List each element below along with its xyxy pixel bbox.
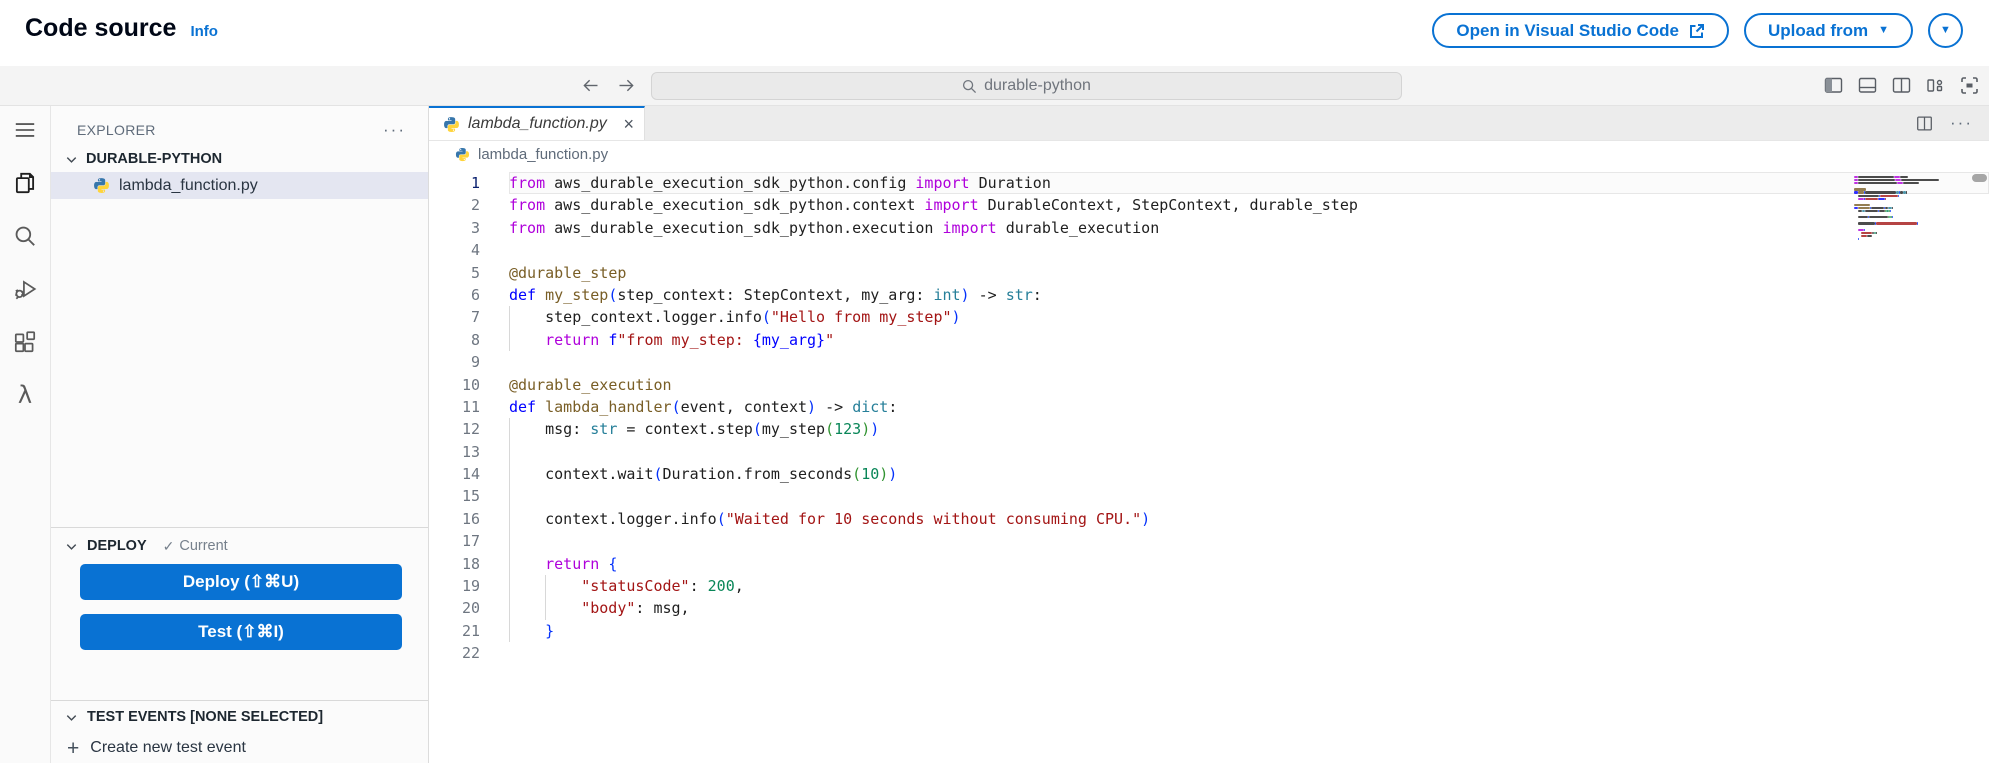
back-arrow-icon[interactable] <box>580 75 601 96</box>
menu-icon[interactable] <box>2 112 48 148</box>
folder-name: DURABLE-PYTHON <box>86 151 223 167</box>
split-editor-icon[interactable] <box>1915 114 1934 133</box>
ide-titlebar: durable-python <box>0 66 1989 106</box>
deploy-section-header[interactable]: DEPLOY ✓ Current <box>51 528 428 564</box>
python-file-icon <box>455 147 470 162</box>
code-line[interactable]: 10 @durable_execution <box>429 374 1989 396</box>
code-line[interactable]: 14 context.wait(Duration.from_seconds(10)… <box>429 463 1989 486</box>
chevron-down-icon <box>66 156 77 163</box>
page-header: Code source Info Open in Visual Studio C… <box>0 0 1989 66</box>
minimap[interactable] <box>1854 176 1950 244</box>
info-link[interactable]: Info <box>190 23 218 40</box>
deploy-title: DEPLOY <box>87 538 147 554</box>
toggle-secondary-sidebar-icon[interactable] <box>1891 75 1912 96</box>
code-line[interactable]: 9 <box>429 351 1989 373</box>
python-file-icon <box>94 178 109 193</box>
scrollbar-thumb[interactable] <box>1972 174 1987 182</box>
code-line[interactable]: 21} <box>429 619 1989 643</box>
lambda-code-source-screen: Code source Info Open in Visual Studio C… <box>0 0 1989 763</box>
code-line[interactable]: 19 "statusCode": 200, <box>429 575 1989 598</box>
explorer-header: EXPLORER ··· <box>51 106 428 146</box>
code-line[interactable]: 12 msg: str = context.step(my_step(123)) <box>429 418 1989 441</box>
code-line[interactable]: 3 from aws_durable_execution_sdk_python.e… <box>429 217 1989 239</box>
deploy-section: DEPLOY ✓ Current Deploy (⇧⌘U) Test (⇧⌘I) <box>51 527 428 700</box>
external-link-icon <box>1690 23 1704 38</box>
code-line[interactable]: 4 <box>429 239 1989 261</box>
code-line[interactable]: 5 @durable_step <box>429 262 1989 284</box>
file-name: lambda_function.py <box>119 176 258 194</box>
code-line[interactable]: 15 <box>429 485 1989 508</box>
search-icon <box>963 79 977 93</box>
deploy-status-label: Current <box>179 538 228 554</box>
fullscreen-icon[interactable] <box>1959 75 1980 96</box>
check-icon: ✓ <box>162 537 175 554</box>
code-area: 1 from aws_durable_execution_sdk_python.c… <box>429 168 1989 763</box>
editor-pane: lambda_function.py × ··· lambda_function… <box>429 106 1989 763</box>
customize-layout-icon[interactable] <box>1925 75 1946 96</box>
code-line[interactable]: 18 return { <box>429 552 1989 576</box>
open-in-vscode-button[interactable]: Open in Visual Studio Code <box>1432 13 1729 48</box>
aws-lambda-icon[interactable]: λ <box>2 377 48 413</box>
chevron-down-icon <box>66 543 77 550</box>
search-value: durable-python <box>984 77 1091 94</box>
create-test-event-button[interactable]: + Create new test event <box>51 733 428 763</box>
explorer-title: EXPLORER <box>77 122 156 138</box>
python-file-icon <box>444 116 459 132</box>
code-line[interactable]: 13 <box>429 440 1989 464</box>
breadcrumb[interactable]: lambda_function.py <box>429 141 1989 168</box>
file-row-lambda-function[interactable]: lambda_function.py <box>51 172 428 199</box>
explorer-more-icon[interactable]: ··· <box>383 120 406 140</box>
code-line[interactable]: 11 def lambda_handler(event, context) -> … <box>429 396 1989 418</box>
tab-label: lambda_function.py <box>468 115 607 132</box>
code-line[interactable]: 22 <box>429 642 1989 664</box>
extensions-icon[interactable] <box>2 324 48 360</box>
plus-icon: + <box>67 736 80 760</box>
test-events-header[interactable]: TEST EVENTS [NONE SELECTED] <box>51 701 428 733</box>
test-button[interactable]: Test (⇧⌘I) <box>80 614 402 650</box>
code-line[interactable]: 16 context.logger.info("Waited for 10 sec… <box>429 507 1989 531</box>
deploy-button[interactable]: Deploy (⇧⌘U) <box>80 564 402 600</box>
explorer-icon[interactable] <box>2 165 48 201</box>
breadcrumb-file: lambda_function.py <box>478 146 609 163</box>
caret-down-icon: ▼ <box>1940 24 1951 36</box>
code-line[interactable]: 1 from aws_durable_execution_sdk_python.c… <box>429 172 1989 195</box>
page-title: Code source <box>25 14 177 42</box>
code-lines[interactable]: 1 from aws_durable_execution_sdk_python.c… <box>429 172 1989 665</box>
explorer-sidebar: EXPLORER ··· DURABLE-PYTHON lambda_funct… <box>51 106 429 763</box>
code-line[interactable]: 8 return f "from my_step: {my_arg} " <box>429 328 1989 352</box>
upload-from-button[interactable]: Upload from ▼ <box>1744 13 1913 48</box>
more-actions-button[interactable]: ▼ <box>1928 13 1963 48</box>
folder-row-durable-python[interactable]: DURABLE-PYTHON <box>51 146 428 172</box>
toggle-panel-icon[interactable] <box>1857 75 1878 96</box>
editor-more-icon[interactable]: ··· <box>1950 113 1973 133</box>
command-center-search[interactable]: durable-python <box>651 72 1402 100</box>
test-events-title: TEST EVENTS [NONE SELECTED] <box>87 709 324 725</box>
code-line[interactable]: 17 <box>429 530 1989 553</box>
close-icon[interactable]: × <box>623 115 634 133</box>
create-test-event-label: Create new test event <box>90 739 246 756</box>
code-line[interactable]: 7 step_context.logger.info("Hello from my… <box>429 306 1989 329</box>
activity-bar: λ <box>0 106 51 763</box>
code-line[interactable]: 6 def my_step(step_context: StepContext, … <box>429 284 1989 306</box>
test-events-section: TEST EVENTS [NONE SELECTED] + Create new… <box>51 700 428 763</box>
search-icon[interactable] <box>2 218 48 254</box>
tab-strip: lambda_function.py × ··· <box>429 106 1989 141</box>
caret-down-icon: ▼ <box>1878 24 1889 36</box>
code-line[interactable]: 20 "body": msg, <box>429 597 1989 620</box>
code-line[interactable]: 2 from aws_durable_execution_sdk_python.c… <box>429 194 1989 216</box>
tab-lambda-function[interactable]: lambda_function.py × <box>429 106 645 140</box>
run-debug-icon[interactable] <box>2 271 48 307</box>
forward-arrow-icon[interactable] <box>616 75 637 96</box>
chevron-down-icon <box>66 714 77 721</box>
toggle-primary-sidebar-icon[interactable] <box>1823 75 1844 96</box>
deploy-status: ✓ Current <box>163 538 228 555</box>
